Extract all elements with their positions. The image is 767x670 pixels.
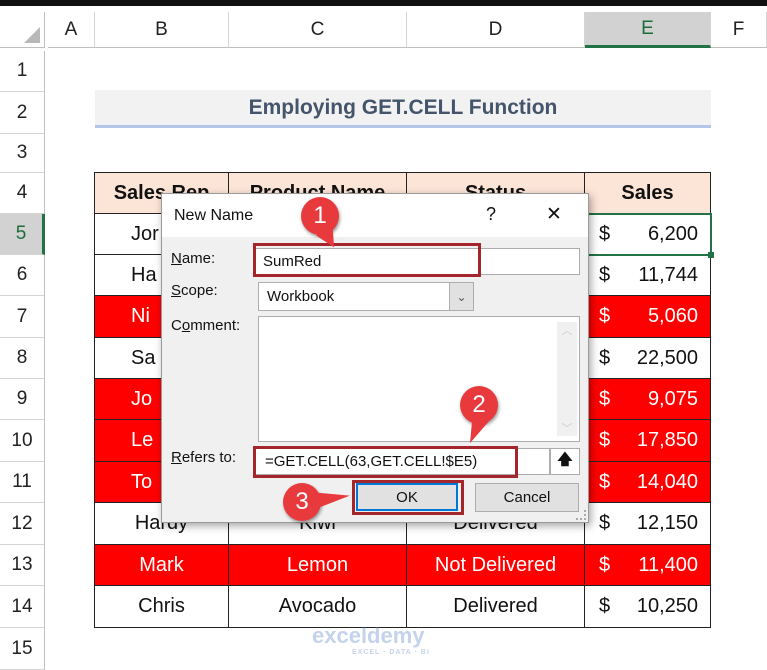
currency-symbol: $ xyxy=(599,305,611,327)
new-name-dialog: New Name ? ✕ Name: SumRed Scope: Workboo… xyxy=(161,193,589,523)
row-header-11[interactable]: 11 xyxy=(0,462,45,503)
sales-value: 5,060 xyxy=(647,305,698,327)
sales-value: 11,744 xyxy=(638,263,698,286)
product-cell[interactable]: Lemon xyxy=(228,544,407,586)
sales-rep-cell[interactable]: Chris xyxy=(94,585,229,628)
currency-symbol: $ xyxy=(599,553,611,576)
chevron-down-icon[interactable]: ⌄ xyxy=(449,283,473,310)
select-all-corner[interactable] xyxy=(0,12,45,48)
row-header-15[interactable]: 15 xyxy=(0,628,45,670)
sales-value: 10,250 xyxy=(636,595,698,617)
currency-symbol: $ xyxy=(599,512,611,534)
watermark-tagline: EXCEL · DATA · BI xyxy=(352,649,430,656)
status-cell[interactable]: Delivered xyxy=(406,585,585,628)
sales-cell[interactable]: $11,400 xyxy=(584,544,711,586)
row-header-1[interactable]: 1 xyxy=(0,51,45,92)
currency-symbol: $ xyxy=(599,387,611,410)
comment-textarea[interactable] xyxy=(258,316,580,442)
row-header-2[interactable]: 2 xyxy=(0,92,45,134)
row-header-5[interactable]: 5 xyxy=(0,214,45,255)
column-header-B[interactable]: B xyxy=(95,12,229,48)
resize-grip-icon[interactable] xyxy=(576,510,586,520)
row-header-7[interactable]: 7 xyxy=(0,296,45,338)
sales-value: 12,150 xyxy=(636,512,698,534)
ok-highlight xyxy=(352,480,464,515)
currency-symbol: $ xyxy=(599,263,611,286)
sales-cell[interactable]: $22,500 xyxy=(584,337,711,379)
sales-cell[interactable]: $10,250 xyxy=(584,585,711,628)
currency-symbol: $ xyxy=(599,595,611,617)
dialog-title: New Name xyxy=(174,206,254,224)
scroll-up-icon[interactable]: ︿ xyxy=(557,322,577,338)
currency-symbol: $ xyxy=(599,346,611,369)
close-icon[interactable]: ✕ xyxy=(546,203,562,226)
sheet-title: Employing GET.CELL Function xyxy=(95,90,711,128)
table-header-cell: Sales xyxy=(584,172,711,214)
status-cell[interactable]: Not Delivered xyxy=(406,544,585,586)
row-header-14[interactable]: 14 xyxy=(0,586,45,628)
product-cell[interactable]: Avocado xyxy=(228,585,407,628)
column-header-E[interactable]: E xyxy=(585,12,711,48)
comment-scrollbar[interactable]: ︿ ﹀ xyxy=(557,322,577,436)
row-header-3[interactable]: 3 xyxy=(0,134,45,173)
sales-value: 22,500 xyxy=(636,346,698,369)
row-header-4[interactable]: 4 xyxy=(0,173,45,214)
row-header-6[interactable]: 6 xyxy=(0,255,45,296)
sales-value: 9,075 xyxy=(647,387,698,410)
currency-symbol: $ xyxy=(599,429,611,451)
sales-value: 11,400 xyxy=(638,553,698,576)
sales-value: 14,040 xyxy=(636,470,698,493)
collapse-dialog-button[interactable]: 🡅 xyxy=(550,448,580,475)
scope-value: Workbook xyxy=(267,288,335,305)
sales-cell[interactable]: $12,150 xyxy=(584,502,711,545)
currency-symbol: $ xyxy=(599,470,611,493)
row-header-9[interactable]: 9 xyxy=(0,379,45,420)
sales-cell[interactable]: $11,744 xyxy=(584,254,711,296)
sales-cell[interactable]: $9,075 xyxy=(584,378,711,420)
watermark: exceldemy EXCEL · DATA · BI xyxy=(312,623,430,656)
column-header-C[interactable]: C xyxy=(229,12,407,48)
row-header-13[interactable]: 13 xyxy=(0,545,45,586)
comment-label: Comment: xyxy=(171,317,241,334)
row-header-8[interactable]: 8 xyxy=(0,338,45,379)
sales-cell[interactable]: $14,040 xyxy=(584,461,711,503)
watermark-brand: exceldemy xyxy=(312,623,425,648)
column-header-F[interactable]: F xyxy=(711,12,767,48)
cancel-button[interactable]: Cancel xyxy=(475,483,579,512)
scope-select[interactable]: Workbook ⌄ xyxy=(258,282,474,311)
name-label: Name: xyxy=(171,250,216,267)
help-button[interactable]: ? xyxy=(486,204,496,225)
column-header-A[interactable]: A xyxy=(48,12,95,48)
refers-to-label: Refers to: xyxy=(171,449,237,466)
column-header-D[interactable]: D xyxy=(407,12,585,48)
callout-3: 3 xyxy=(283,483,321,521)
sales-value: 17,850 xyxy=(636,429,698,451)
row-header-12[interactable]: 12 xyxy=(0,503,45,545)
refers-to-highlight xyxy=(253,446,518,478)
name-highlight xyxy=(253,243,481,277)
sales-rep-cell[interactable]: Mark xyxy=(94,544,229,586)
sales-cell[interactable]: $5,060 xyxy=(584,295,711,338)
sales-cell[interactable]: $17,850 xyxy=(584,419,711,462)
dialog-titlebar: New Name ? ✕ xyxy=(162,194,588,237)
row-header-10[interactable]: 10 xyxy=(0,420,45,462)
active-cell-E5[interactable] xyxy=(584,213,714,258)
scope-label: Scope: xyxy=(171,282,218,299)
scroll-down-icon[interactable]: ﹀ xyxy=(557,420,577,436)
